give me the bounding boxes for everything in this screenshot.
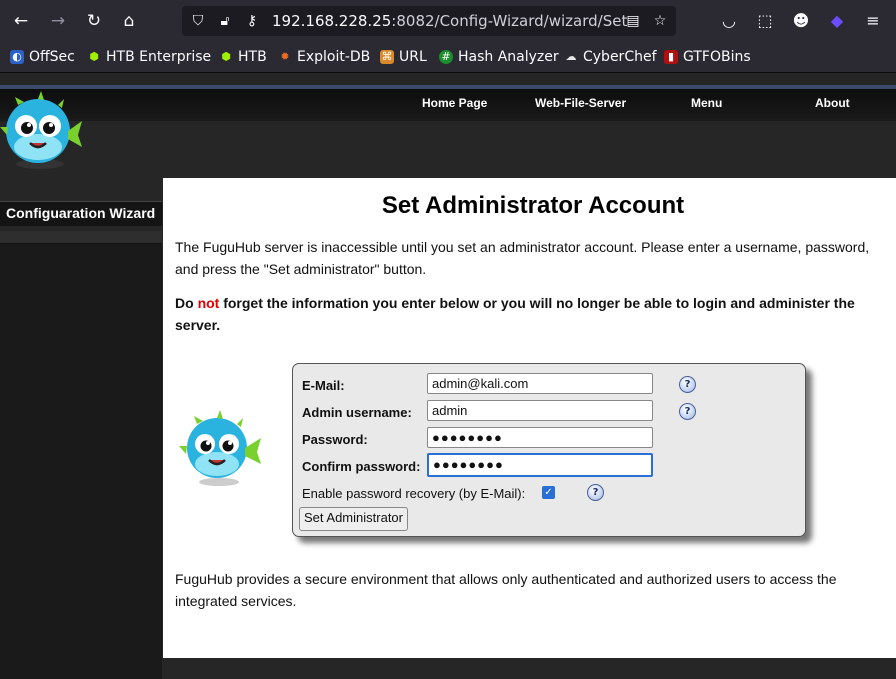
password-label: Password: xyxy=(302,432,368,447)
main-content: Set Administrator Account The FuguHub se… xyxy=(163,178,896,658)
header-band-lower xyxy=(0,121,896,178)
nav-web-file-server[interactable]: Web-File-Server xyxy=(535,96,626,110)
recovery-checkbox[interactable]: ✓ xyxy=(542,486,555,499)
app-menu-icon[interactable]: ≡ xyxy=(862,10,884,32)
nav-home-page[interactable]: Home Page xyxy=(422,96,487,110)
url-host: 192.168.228.25 xyxy=(272,12,392,30)
bookmark-label: OffSec xyxy=(29,49,75,65)
confirm-password-field[interactable]: ●●●●●●●● xyxy=(427,453,653,477)
bookmark-offsec[interactable]: ◐ OffSec xyxy=(10,48,75,66)
exploit-db-icon: ✹ xyxy=(280,50,290,63)
sidebar-title[interactable]: Configuaration Wizard xyxy=(6,205,155,221)
bookmark-star-icon[interactable]: ☆ xyxy=(652,13,668,29)
email-label: E-Mail: xyxy=(302,378,345,393)
intro-text: The FuguHub server is inaccessible until… xyxy=(175,239,870,277)
chef-hat-icon: ☁ xyxy=(565,50,577,63)
home-icon[interactable]: ⌂ xyxy=(118,10,140,32)
sidebar-body xyxy=(0,244,162,679)
reload-icon[interactable]: ↻ xyxy=(83,10,105,32)
recovery-label: Enable password recovery (by E-Mail): xyxy=(302,486,526,501)
bookmark-label: Exploit-DB xyxy=(297,49,371,65)
bookmark-cyberchef[interactable]: ☁ CyberChef xyxy=(564,48,657,66)
footer-text: FuguHub provides a secure environment th… xyxy=(175,571,837,609)
warning-text: Do not forget the information you enter … xyxy=(175,292,880,336)
nav-about[interactable]: About xyxy=(815,96,850,110)
warning-post: forget the information you enter below o… xyxy=(175,295,855,333)
url-text[interactable]: 192.168.228.25:8082/Config-Wizard/wizard… xyxy=(272,12,627,30)
hash-analyzer-icon: # xyxy=(439,50,453,64)
bookmarks-bar: ◐ OffSec ⬢ HTB Enterprise ⬢ HTB ✹ Exploit-DB… xyxy=(0,42,896,73)
confirm-password-label: Confirm password: xyxy=(302,459,421,474)
bookmark-label: HTB Enterprise xyxy=(106,49,212,65)
url-path: :8082/Config-Wizard/wizard/SetAd xyxy=(391,12,627,30)
warning-not: not xyxy=(197,295,220,311)
admin-account-form: E-Mail: admin@kali.com ? Admin username:… xyxy=(292,363,806,537)
bookmark-label: GTFOBins xyxy=(683,49,751,65)
username-field[interactable]: admin xyxy=(427,400,653,421)
reader-mode-icon[interactable]: ▤ xyxy=(625,13,641,29)
fuguhub-logo[interactable] xyxy=(0,91,82,171)
bookmark-hash-analyzer[interactable]: # Hash Analyzer xyxy=(439,48,559,66)
htb-cube-icon: ⬢ xyxy=(221,50,231,63)
warning-pre: Do xyxy=(175,295,198,311)
web-page: Home Page Web-File-Server Menu About Con… xyxy=(0,73,896,679)
bookmark-url[interactable]: ⌘ URL xyxy=(380,48,427,66)
pocket-icon[interactable]: ◡ xyxy=(718,10,740,32)
insecure-lock-icon[interactable]: 🔓︎ xyxy=(217,13,233,29)
recovery-help-icon[interactable]: ? xyxy=(587,484,604,501)
bookmark-htb[interactable]: ⬢ HTB xyxy=(219,48,267,66)
forward-arrow-icon[interactable]: → xyxy=(47,10,69,32)
nav-menu[interactable]: Menu xyxy=(691,96,722,110)
page-title: Set Administrator Account xyxy=(381,192,685,219)
browser-toolbar: ← → ↻ ⌂ ⛉ 🔓︎ ⚷ 192.168.228.25:8082/Confi… xyxy=(0,0,896,42)
url-bar[interactable]: ⛉ 🔓︎ ⚷ 192.168.228.25:8082/Config-Wizard… xyxy=(182,6,676,36)
sidebar-divider xyxy=(0,231,162,244)
key-icon[interactable]: ⚷ xyxy=(244,13,260,29)
password-field[interactable]: ●●●●●●●● xyxy=(427,427,653,448)
profile-extension-icon[interactable]: ☻ xyxy=(790,10,812,32)
set-administrator-button[interactable]: Set Administrator xyxy=(299,507,408,531)
bookmark-htb-enterprise[interactable]: ⬢ HTB Enterprise xyxy=(87,48,211,66)
bookmark-label: Hash Analyzer xyxy=(458,49,559,65)
extension-diamond-icon[interactable]: ◆ xyxy=(826,10,848,32)
gtfobins-icon: ▮ xyxy=(664,50,678,64)
back-arrow-icon[interactable]: ← xyxy=(10,10,32,32)
username-help-icon[interactable]: ? xyxy=(679,403,696,420)
bookmark-label: HTB xyxy=(238,49,267,65)
extensions-icon[interactable]: ⬚ xyxy=(754,10,776,32)
bookmark-gtfobins[interactable]: ▮ GTFOBins xyxy=(664,48,751,66)
shield-icon[interactable]: ⛉ xyxy=(190,13,206,29)
username-label: Admin username: xyxy=(302,405,412,420)
bookmark-label: URL xyxy=(399,49,427,65)
fugu-mascot-image xyxy=(179,410,261,486)
email-field[interactable]: admin@kali.com xyxy=(427,373,653,394)
email-help-icon[interactable]: ? xyxy=(679,376,696,393)
offsec-icon: ◐ xyxy=(10,50,24,64)
url-icon: ⌘ xyxy=(380,50,394,64)
bookmark-label: CyberChef xyxy=(583,49,657,65)
bookmark-exploit-db[interactable]: ✹ Exploit-DB xyxy=(278,48,370,66)
htb-cube-icon: ⬢ xyxy=(89,50,99,63)
